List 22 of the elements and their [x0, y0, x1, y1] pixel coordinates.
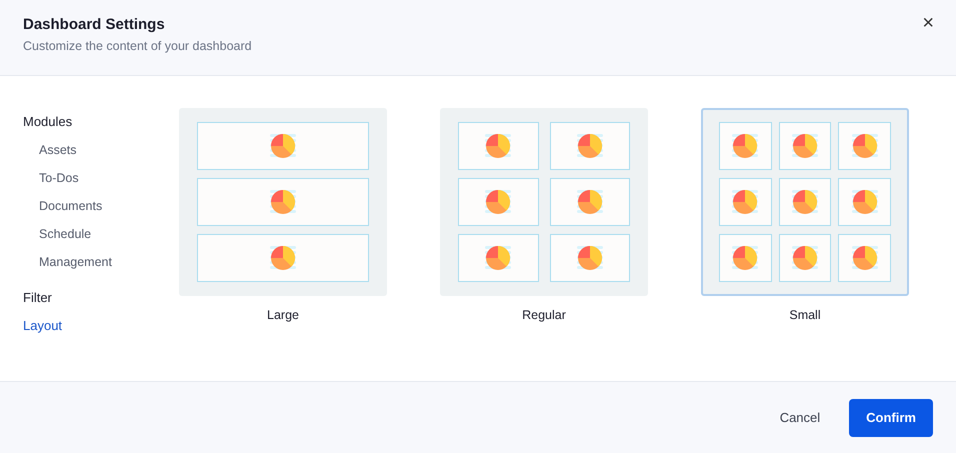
nav-item[interactable]: Schedule: [39, 220, 92, 248]
layout-option[interactable]: [440, 108, 648, 296]
pie-chart-icon: [267, 243, 299, 273]
pie-chart-icon: [267, 187, 299, 217]
layout-option[interactable]: [179, 108, 387, 296]
nav-item[interactable]: Filter: [23, 284, 52, 312]
layout-label: Large: [267, 308, 299, 322]
pie-chart-icon: [267, 131, 299, 161]
dialog-title: Dashboard Settings: [23, 16, 165, 33]
nav-item[interactable]: Modules: [23, 108, 72, 136]
nav-item[interactable]: To-Dos: [39, 164, 79, 192]
nav-item[interactable]: Management: [39, 248, 112, 276]
nav-item[interactable]: Assets: [39, 136, 77, 164]
layout-option[interactable]: [701, 108, 909, 296]
cancel-button[interactable]: Cancel: [774, 400, 826, 435]
dialog-subtitle: Customize the content of your dashboard: [23, 39, 252, 53]
layout-label: Regular: [522, 308, 566, 322]
nav-item[interactable]: Documents: [39, 192, 102, 220]
layout-label: Small: [789, 308, 821, 322]
confirm-button[interactable]: Confirm: [849, 398, 933, 436]
nav-item[interactable]: Layout: [23, 312, 62, 340]
close-button[interactable]: ×: [918, 12, 938, 34]
